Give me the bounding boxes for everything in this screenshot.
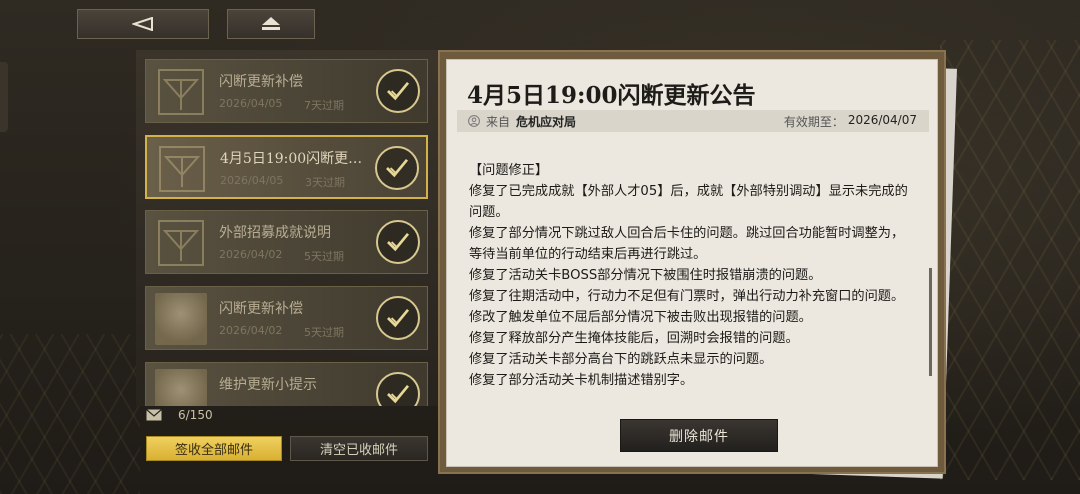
mail-body: 【问题修正】 修复了已完成成就【外部人才05】后，成就【外部特别调动】显示未完成… — [469, 160, 909, 391]
mail-expire: 5天过期 — [304, 326, 344, 339]
mail-title: 闪断更新补偿 — [219, 301, 303, 317]
claimed-check-icon — [376, 372, 420, 406]
mail-expire: 5天过期 — [304, 250, 344, 263]
mail-date: 2026/04/02 — [219, 248, 283, 261]
body-line: 修复了已完成成就【外部人才05】后，成就【外部特别调动】显示未完成的问题。 — [469, 184, 908, 220]
mail-meta-bar: 来自 危机应对局 有效期至： 2026/04/07 — [457, 110, 929, 132]
back-triangle-icon — [132, 17, 153, 31]
valid-label: 有效期至： — [783, 114, 844, 129]
mail-title: 闪断更新补偿 — [219, 74, 303, 90]
claim-all-button[interactable]: 签收全部邮件 — [146, 436, 282, 461]
mail-title: 维护更新小提示 — [219, 377, 317, 393]
avatar — [155, 293, 207, 345]
mail-title: 4月5日19:00闪断更… — [220, 151, 363, 167]
back-button[interactable] — [77, 9, 209, 39]
body-line: 修复了活动关卡部分高台下的跳跃点未显示的问题。 — [469, 352, 773, 367]
emblem-icon — [158, 69, 204, 115]
envelope-icon — [146, 409, 162, 421]
claimed-check-icon — [376, 220, 420, 264]
mail-item[interactable]: 维护更新小提示 — [145, 362, 428, 406]
body-line: 修复了部分情况下跳过敌人回合后卡住的问题。跳过回合功能暂时调整为，等待当前单位的… — [469, 226, 905, 262]
emblem-icon — [158, 220, 204, 266]
mail-expire: 3天过期 — [305, 176, 345, 189]
mail-list[interactable]: 闪断更新补偿 2026/04/05 7天过期 4月5日19:00闪断更… 202… — [136, 50, 438, 406]
clear-read-button[interactable]: 清空已收邮件 — [290, 436, 428, 461]
mail-title: 外部招募成就说明 — [219, 225, 331, 241]
valid-date: 2026/04/07 — [847, 112, 917, 127]
mail-date: 2026/04/02 — [219, 324, 283, 337]
body-line: 修改了触发单位不屈后部分情况下被击败出现报错的问题。 — [469, 310, 812, 325]
mail-item[interactable]: 闪断更新补偿 2026/04/05 7天过期 — [145, 59, 428, 123]
mail-item[interactable]: 闪断更新补偿 2026/04/02 5天过期 — [145, 286, 428, 350]
mail-date: 2026/04/05 — [219, 97, 283, 110]
claimed-check-icon — [376, 296, 420, 340]
triangle-pattern-right — [940, 40, 1080, 480]
eject-home-icon — [262, 17, 280, 30]
body-line: 修复了释放部分产生掩体技能后，回溯时会报错的问题。 — [469, 331, 799, 346]
body-line: 【问题修正】 — [469, 163, 549, 178]
side-edge-tab[interactable] — [0, 62, 8, 132]
body-line: 修复了部分活动关卡机制描述错别字。 — [469, 373, 694, 388]
mail-detail: 4月5日19:00闪断更新公告 来自 危机应对局 有效期至： 2026/04/0… — [446, 59, 938, 467]
mail-count: 6/150 — [178, 408, 213, 422]
claimed-check-icon — [376, 69, 420, 113]
claimed-check-icon — [375, 146, 419, 190]
sender-name: 危机应对局 — [516, 114, 577, 129]
mail-date: 2026/04/05 — [220, 174, 284, 187]
home-button[interactable] — [227, 9, 315, 39]
body-line: 修复了活动关卡BOSS部分情况下被围住时报错崩溃的问题。 — [469, 268, 822, 283]
body-line: 修复了往期活动中，行动力不足但有门票时，弹出行动力补充窗口的问题。 — [469, 289, 905, 304]
mail-counter: 6/150 — [146, 408, 213, 422]
triangle-pattern-left — [0, 334, 140, 494]
person-icon — [468, 115, 480, 127]
mail-item-selected[interactable]: 4月5日19:00闪断更… 2026/04/05 3天过期 — [145, 135, 428, 199]
avatar — [155, 369, 207, 406]
mail-expire: 7天过期 — [304, 99, 344, 112]
from-label: 来自 — [486, 114, 511, 129]
scrollbar[interactable] — [929, 268, 932, 376]
delete-mail-button[interactable]: 删除邮件 — [620, 419, 778, 452]
emblem-icon — [159, 146, 205, 192]
mail-detail-title: 4月5日19:00闪断更新公告 — [467, 82, 756, 109]
mail-item[interactable]: 外部招募成就说明 2026/04/02 5天过期 — [145, 210, 428, 274]
